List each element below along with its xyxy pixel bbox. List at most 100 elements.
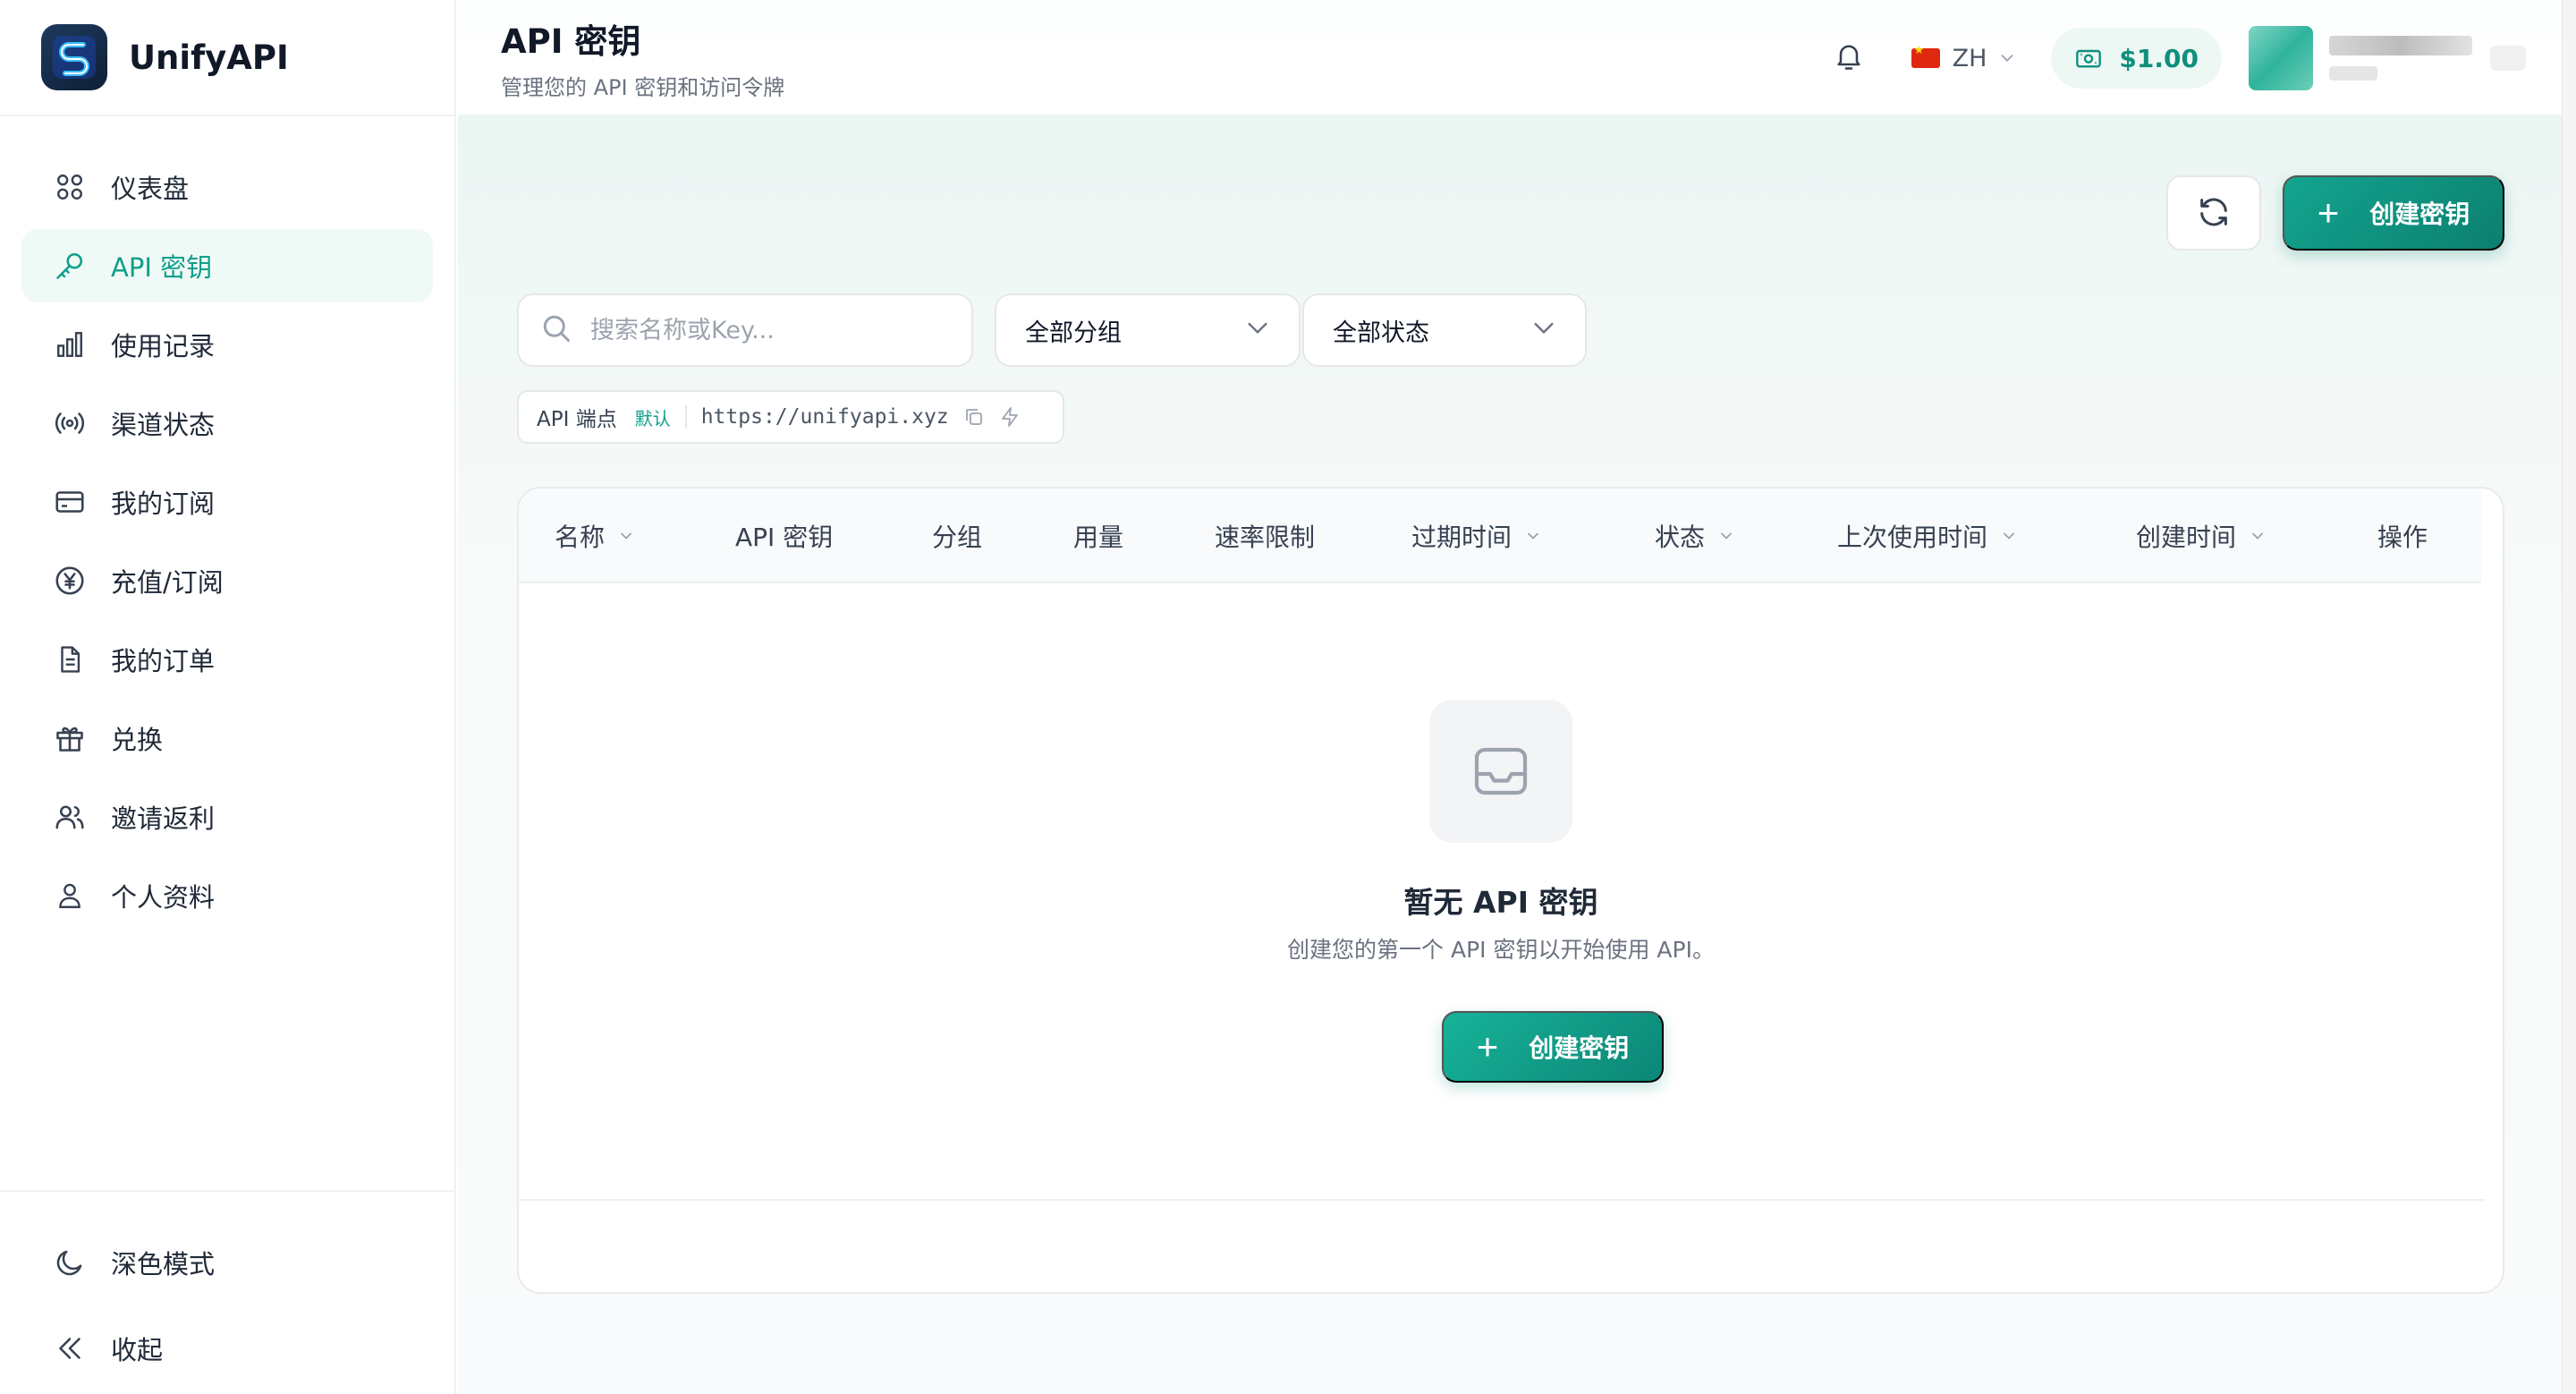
column-header-name[interactable]: 名称: [555, 489, 635, 583]
lightning-icon[interactable]: [999, 406, 1021, 428]
main-content: + 创建密钥 全部分组 全部状态 API 端点 默认 https://unify…: [458, 0, 2562, 1394]
column-label: 名称: [555, 523, 606, 552]
user-icon: [52, 878, 88, 914]
sidebar-item-usage[interactable]: 使用记录: [21, 308, 433, 381]
sidebar: UnifyAPI 仪表盘 API 密钥 使用记录 渠道状态 我的订阅 充值/订阅…: [0, 0, 456, 1394]
api-keys-table: 名称 API 密钥 分组 用量 速率限制 过期时间 状态 上次使用时间 创建时间…: [517, 487, 2504, 1294]
table-header: 名称 API 密钥 分组 用量 速率限制 过期时间 状态 上次使用时间 创建时间…: [519, 489, 2481, 583]
sidebar-item-channel-status[interactable]: 渠道状态: [21, 387, 433, 460]
column-header-actions: 操作: [2377, 489, 2428, 583]
empty-create-key-button[interactable]: + 创建密钥: [1442, 1011, 1664, 1083]
user-menu-chevron-redacted: [2490, 46, 2526, 71]
column-header-last-used[interactable]: 上次使用时间: [1837, 489, 2018, 583]
collapse-icon: [52, 1330, 88, 1366]
chevron-down-icon: [1997, 48, 2017, 68]
empty-state-title: 暂无 API 密钥: [1403, 885, 1598, 920]
status-filter-select[interactable]: 全部状态: [1302, 293, 1587, 367]
endpoint-url: https://unifyapi.xyz: [700, 405, 949, 429]
collapse-sidebar-button[interactable]: 收起: [21, 1312, 435, 1385]
create-key-button[interactable]: + 创建密钥: [2283, 175, 2504, 251]
dark-mode-toggle[interactable]: 深色模式: [21, 1226, 435, 1299]
refresh-button[interactable]: [2166, 175, 2261, 251]
sidebar-item-label: 充值/订阅: [111, 567, 224, 598]
chevron-down-icon: [1530, 313, 1558, 348]
language-value: ZH: [1952, 44, 1987, 72]
column-header-status[interactable]: 状态: [1655, 489, 1735, 583]
endpoint-label: API 端点: [537, 408, 617, 431]
top-header: API 密钥 管理您的 API 密钥和访问令牌 ZH $1.00: [458, 0, 2562, 116]
page-scrollbar[interactable]: [2562, 0, 2576, 1394]
balance-value: $1.00: [2119, 43, 2199, 73]
column-label: API 密钥: [735, 523, 834, 552]
chevron-down-icon: [1243, 313, 1272, 348]
chevron-down-icon: [2000, 527, 2018, 545]
endpoint-default-badge: 默认: [634, 407, 671, 429]
language-selector[interactable]: ZH: [1911, 44, 2018, 72]
wallet-icon: [2074, 44, 2103, 72]
search-icon: [540, 312, 572, 348]
yen-circle-icon: [52, 563, 88, 599]
sidebar-item-label: 收起: [111, 1335, 164, 1365]
document-icon: [52, 642, 88, 677]
sidebar-nav: 仪表盘 API 密钥 使用记录 渠道状态 我的订阅 充值/订阅 我的订单 兑换 …: [0, 116, 454, 932]
column-label: 速率限制: [1215, 523, 1316, 552]
header-actions: ZH $1.00: [1822, 0, 2526, 116]
app-name: UnifyAPI: [129, 38, 289, 77]
column-header-group: 分组: [932, 489, 982, 583]
group-filter-select[interactable]: 全部分组: [995, 293, 1301, 367]
column-header-expires[interactable]: 过期时间: [1411, 489, 1542, 583]
page-title: API 密钥: [501, 21, 641, 61]
sidebar-item-label: 使用记录: [111, 331, 216, 361]
search-input[interactable]: [590, 316, 966, 344]
column-label: 创建时间: [2136, 523, 2237, 552]
bar-chart-icon: [52, 327, 88, 362]
sidebar-item-label: 邀请返利: [111, 803, 216, 834]
chevron-down-icon: [617, 527, 635, 545]
sidebar-item-api-keys[interactable]: API 密钥: [21, 229, 433, 302]
sidebar-item-label: 渠道状态: [111, 410, 216, 440]
sidebar-item-label: 我的订阅: [111, 489, 216, 519]
users-icon: [52, 799, 88, 835]
user-menu[interactable]: [2249, 26, 2526, 90]
key-icon: [52, 248, 88, 284]
create-key-label: 创建密钥: [1529, 1034, 1630, 1062]
inbox-icon: [1429, 700, 1572, 843]
gift-icon: [52, 720, 88, 756]
sidebar-item-recharge[interactable]: 充值/订阅: [21, 544, 433, 617]
column-header-rate-limit: 速率限制: [1215, 489, 1315, 583]
column-label: 上次使用时间: [1837, 523, 1988, 552]
sidebar-item-orders[interactable]: 我的订单: [21, 623, 433, 696]
sidebar-item-label: 深色模式: [111, 1249, 216, 1279]
sidebar-item-label: API 密钥: [111, 252, 213, 283]
page-subtitle: 管理您的 API 密钥和访问令牌: [501, 74, 785, 100]
table-footer: [519, 1199, 2485, 1201]
sidebar-item-profile[interactable]: 个人资料: [21, 859, 433, 932]
balance-badge[interactable]: $1.00: [2051, 28, 2222, 89]
sidebar-item-referral[interactable]: 邀请返利: [21, 780, 433, 854]
column-header-created[interactable]: 创建时间: [2136, 489, 2267, 583]
sidebar-item-label: 个人资料: [111, 882, 216, 913]
search-box[interactable]: [517, 293, 973, 367]
column-header-usage: 用量: [1073, 489, 1123, 583]
brand[interactable]: UnifyAPI: [0, 0, 454, 116]
user-info-redacted: [2329, 36, 2472, 81]
dashboard-icon: [52, 169, 88, 205]
refresh-icon: [2196, 194, 2232, 233]
sidebar-item-dashboard[interactable]: 仪表盘: [21, 150, 433, 224]
sidebar-item-label: 兑换: [111, 725, 164, 755]
status-filter-value: 全部状态: [1333, 319, 1429, 347]
logo-icon: [41, 24, 107, 90]
sidebar-item-label: 我的订单: [111, 646, 216, 676]
column-label: 分组: [932, 523, 983, 552]
copy-icon[interactable]: [963, 406, 985, 428]
sidebar-item-label: 仪表盘: [111, 174, 190, 204]
create-key-label: 创建密钥: [2369, 200, 2470, 228]
page-heading: API 密钥 管理您的 API 密钥和访问令牌: [458, 14, 784, 101]
bell-icon: [1833, 40, 1865, 76]
notifications-button[interactable]: [1822, 31, 1876, 85]
chevron-down-icon: [1524, 527, 1542, 545]
sidebar-item-redeem[interactable]: 兑换: [21, 701, 433, 775]
sidebar-item-subscriptions[interactable]: 我的订阅: [21, 465, 433, 539]
broadcast-icon: [52, 405, 88, 441]
column-label: 用量: [1073, 523, 1124, 552]
